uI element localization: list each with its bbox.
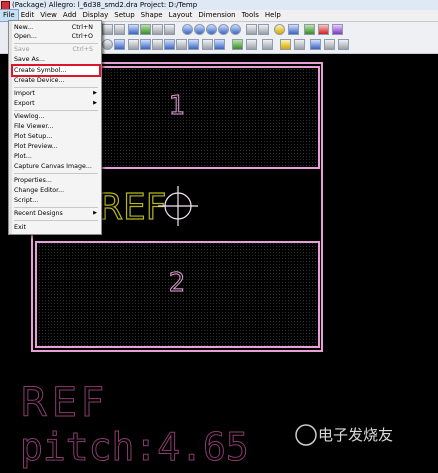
move-icon[interactable] xyxy=(246,39,257,50)
file-menu-dropdown: New... Ctrl+N Open... Ctrl+O Save Ctrl+S Sa… xyxy=(8,20,102,235)
menu-item-capture-canvas-image[interactable]: Capture Canvas Image... xyxy=(13,162,99,171)
fixed-icon[interactable] xyxy=(324,39,335,50)
zoom-points-icon[interactable] xyxy=(182,24,193,35)
pad-1-label: 1 xyxy=(169,91,186,121)
menu-item-exit[interactable]: Exit xyxy=(13,223,99,232)
text-icon[interactable] xyxy=(152,39,163,50)
group-icon[interactable] xyxy=(202,39,213,50)
menu-item-plot[interactable]: Plot... xyxy=(13,152,99,161)
menu-item-create-device[interactable]: Create Device... xyxy=(13,76,99,85)
menu-item-plot-setup[interactable]: Plot Setup... xyxy=(13,132,99,141)
undo-icon[interactable] xyxy=(102,24,113,35)
redraw-icon[interactable] xyxy=(246,24,257,35)
place-pin-icon[interactable] xyxy=(232,39,243,50)
submenu-arrow-icon: ▶ xyxy=(93,90,97,96)
menu-layout[interactable]: Layout xyxy=(166,10,196,21)
menu-separator xyxy=(14,110,98,111)
menu-item-change-editor[interactable]: Change Editor... xyxy=(13,186,99,195)
menu-setup[interactable]: Setup xyxy=(111,10,137,21)
grid-toggle-icon[interactable] xyxy=(318,24,329,35)
redo-icon[interactable] xyxy=(114,24,125,35)
figure-icon[interactable] xyxy=(188,39,199,50)
menu-item-save: Save Ctrl+S xyxy=(14,46,93,53)
shadow-icon[interactable] xyxy=(288,24,299,35)
menu-separator xyxy=(14,43,98,44)
menu-icon-gutter xyxy=(9,21,12,234)
menu-item-import[interactable]: Import ▶ xyxy=(13,89,99,98)
allegro-app-icon xyxy=(1,1,10,10)
delay-tune-icon[interactable] xyxy=(152,24,163,35)
cline-icon[interactable] xyxy=(128,39,139,50)
menu-item-script[interactable]: Script... xyxy=(13,196,99,205)
color-icon[interactable] xyxy=(274,24,285,35)
menu-item-save-as[interactable]: Save As... xyxy=(13,55,99,64)
property-icon[interactable] xyxy=(310,39,321,50)
watermark: 电子发烧友 xyxy=(295,424,393,446)
status-icon[interactable] xyxy=(332,24,343,35)
menu-item-export[interactable]: Export ▶ xyxy=(13,99,99,108)
mirror-icon[interactable] xyxy=(262,39,273,50)
zoom-world-icon[interactable] xyxy=(230,24,241,35)
menu-separator xyxy=(14,173,98,174)
via-icon[interactable] xyxy=(114,39,125,50)
custom-smooth-icon[interactable] xyxy=(164,24,175,35)
bottom-pitch-text: pitch:4.65 xyxy=(20,425,249,469)
menu-item-file-viewer[interactable]: File Viewer... xyxy=(13,122,99,131)
3d-view-icon[interactable] xyxy=(258,24,269,35)
copy-icon[interactable] xyxy=(294,39,305,50)
watermark-text: 电子发烧友 xyxy=(318,426,393,444)
pin-icon[interactable] xyxy=(102,39,113,50)
measure-icon[interactable] xyxy=(214,39,225,50)
menu-item-plot-preview[interactable]: Plot Preview... xyxy=(13,142,99,151)
submenu-arrow-icon: ▶ xyxy=(93,210,97,216)
menu-shape[interactable]: Shape xyxy=(138,10,166,21)
menu-separator xyxy=(14,207,98,208)
menu-item-new[interactable]: New... Ctrl+N xyxy=(13,23,99,32)
shape-icon[interactable] xyxy=(140,39,151,50)
menu-tools[interactable]: Tools xyxy=(239,10,262,21)
zoom-in-icon[interactable] xyxy=(206,24,217,35)
pad-2-label: 2 xyxy=(169,268,186,298)
zoom-fit-icon[interactable] xyxy=(194,24,205,35)
slide-icon[interactable] xyxy=(140,24,151,35)
unfixed-icon[interactable] xyxy=(338,39,349,50)
window-title: (Package) Allegro: l_6d38_smd2.dra Proje… xyxy=(12,1,198,9)
drc-icon[interactable] xyxy=(304,24,315,35)
rect-icon[interactable] xyxy=(164,39,175,50)
snap-icon[interactable] xyxy=(280,39,291,50)
menu-item-recent-designs[interactable]: Recent Designs ▶ xyxy=(13,209,99,218)
menu-dimension[interactable]: Dimension xyxy=(195,10,238,21)
menu-help[interactable]: Help xyxy=(262,10,284,21)
menu-item-create-symbol[interactable]: Create Symbol... xyxy=(11,64,101,77)
menu-item-viewlog[interactable]: Viewlog... xyxy=(13,112,99,121)
ref-designator: REF xyxy=(98,187,166,228)
menu-item-properties[interactable]: Properties... xyxy=(13,176,99,185)
zoom-out-icon[interactable] xyxy=(218,24,229,35)
add-connect-icon[interactable] xyxy=(128,24,139,35)
menu-item-open[interactable]: Open... Ctrl+O xyxy=(13,32,99,41)
menu-separator xyxy=(14,220,98,221)
submenu-arrow-icon: ▶ xyxy=(93,100,97,106)
menu-separator xyxy=(14,87,98,88)
bottom-ref-text: REF xyxy=(20,380,108,426)
dimension-icon[interactable] xyxy=(176,39,187,50)
